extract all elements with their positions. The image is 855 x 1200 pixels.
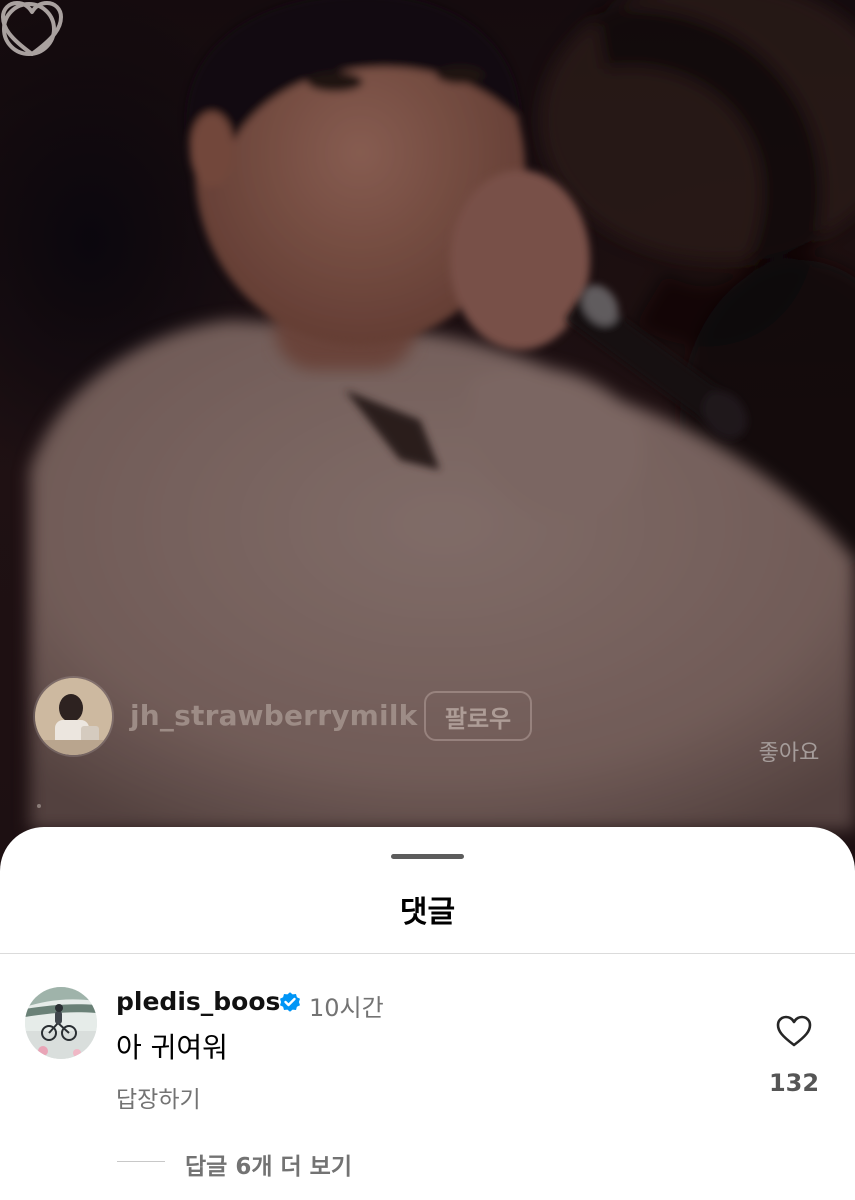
comment-heart-outline-icon[interactable]	[776, 1015, 812, 1049]
comment-timestamp: 10시간	[309, 994, 384, 1022]
sheet-drag-handle[interactable]	[391, 854, 464, 859]
commenter-avatar[interactable]	[25, 987, 97, 1059]
follow-button[interactable]: 팔로우	[424, 691, 532, 741]
author-avatar-image	[35, 678, 112, 755]
author-username[interactable]: jh_strawberrymilk	[130, 699, 417, 732]
commenter-username[interactable]: pledis_boos	[116, 987, 280, 1016]
reply-button[interactable]: 답장하기	[116, 1080, 201, 1114]
comments-sheet: 댓글 pledis_boos 10시간 아 귀여워 답장하기 132 답글 6개…	[0, 827, 855, 1200]
replies-divider-line	[117, 1161, 165, 1162]
author-avatar[interactable]	[35, 678, 112, 755]
verified-badge-icon	[280, 992, 300, 1012]
sheet-divider	[0, 953, 855, 954]
view-more-replies-button[interactable]: 답글 6개 더 보기	[185, 1147, 352, 1181]
comment-icon[interactable]	[0, 0, 58, 58]
comment-like-count: 132	[768, 1069, 820, 1097]
comment-text: 아 귀여워	[116, 1031, 228, 1064]
progress-dot	[37, 804, 41, 808]
like-label: 좋아요	[758, 741, 820, 766]
sheet-title: 댓글	[399, 895, 456, 930]
commenter-avatar-image	[25, 987, 97, 1059]
